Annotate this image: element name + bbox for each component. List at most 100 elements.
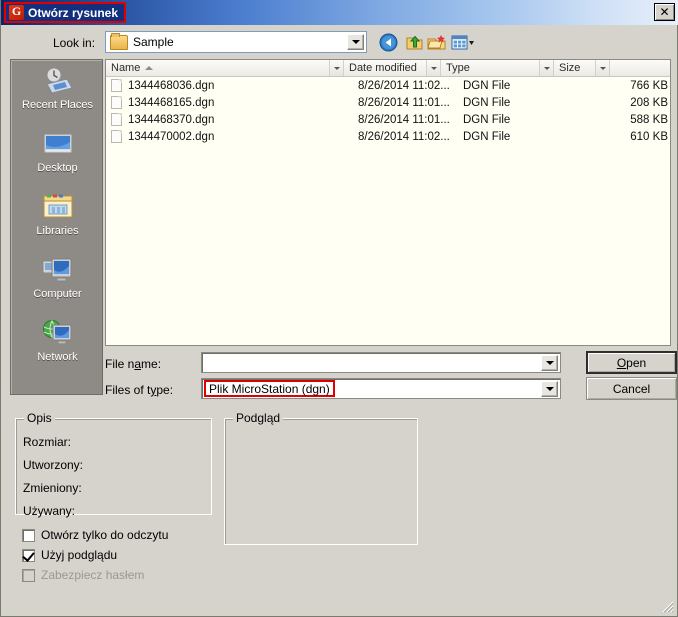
checkbox-use-preview[interactable]: Użyj podglądu	[22, 548, 117, 562]
sidebar-item-recent-places[interactable]: Recent Places	[13, 63, 102, 123]
file-name-input[interactable]	[201, 352, 561, 373]
file-name: 1344468036.dgn	[128, 79, 215, 92]
checkbox-open-read-only[interactable]: Otwórz tylko do odczytu	[22, 528, 168, 542]
sidebar-item-desktop[interactable]: Desktop	[13, 126, 102, 186]
column-label: Type	[446, 62, 470, 74]
open-label-rest: pen	[626, 355, 647, 370]
resize-grip[interactable]	[661, 600, 674, 613]
file-rows: 1344468036.dgn 8/26/2014 11:02... DGN Fi…	[106, 77, 670, 145]
created-label: Utworzony:	[23, 458, 84, 472]
size-label: Rozmiar:	[23, 435, 72, 449]
table-row[interactable]: 1344468165.dgn 8/26/2014 11:01... DGN Fi…	[106, 94, 670, 111]
checkbox-box	[22, 548, 35, 562]
file-list[interactable]: Name Date modified Type Size 1344468036.…	[105, 59, 671, 346]
views-icon[interactable]	[451, 33, 475, 52]
cancel-button[interactable]: Cancel	[586, 377, 677, 400]
files-of-type-value: Plik MicroStation (dgn)	[209, 381, 330, 396]
file-size: 610 KB	[630, 130, 668, 143]
column-filter-type-icon[interactable]	[539, 60, 553, 76]
folder-icon	[110, 32, 128, 50]
preview-group: Podgląd	[224, 411, 418, 545]
checkbox-box	[22, 528, 35, 542]
column-header-type[interactable]: Type	[441, 60, 554, 76]
file-name-chevron-down-icon[interactable]	[541, 355, 558, 371]
back-arrow-icon[interactable]	[379, 33, 399, 52]
recent-places-icon	[41, 66, 75, 98]
look-in-value: Sample	[133, 35, 174, 49]
files-of-type-combo[interactable]: Plik MicroStation (dgn)	[201, 378, 561, 399]
desktop-icon	[41, 129, 75, 161]
title-highlight-box: Otwórz rysunek	[4, 2, 127, 23]
close-glyph: ✕	[659, 5, 670, 19]
new-folder-icon[interactable]	[427, 33, 447, 52]
file-date: 8/26/2014 11:01...	[358, 113, 450, 126]
checkbox-label: Zabezpiecz hasłem	[41, 568, 145, 582]
checkbox-password-protect: Zabezpiecz hasłem	[22, 568, 144, 582]
sidebar-item-label: Recent Places	[22, 99, 93, 111]
file-size: 766 KB	[630, 79, 668, 92]
places-bar: Recent Places Desktop Libraries Computer…	[10, 59, 103, 395]
up-one-level-icon[interactable]	[405, 33, 425, 52]
table-row[interactable]: 1344470002.dgn 8/26/2014 11:02... DGN Fi…	[106, 128, 670, 145]
close-icon[interactable]: ✕	[654, 3, 675, 21]
open-button[interactable]: Open	[586, 351, 677, 374]
sidebar-item-label: Libraries	[36, 225, 79, 237]
column-header-empty	[610, 60, 670, 76]
look-in-combo[interactable]: Sample	[105, 31, 367, 53]
file-icon	[111, 130, 122, 143]
file-date: 8/26/2014 11:02...	[358, 130, 450, 143]
modified-label: Zmieniony:	[23, 481, 82, 495]
gstarcad-g-icon	[9, 4, 24, 20]
file-icon	[111, 79, 122, 92]
file-date: 8/26/2014 11:02...	[358, 79, 450, 92]
column-header-name[interactable]: Name	[106, 60, 344, 76]
column-filter-name-icon[interactable]	[329, 60, 343, 76]
sidebar-item-label: Desktop	[37, 162, 78, 174]
sort-ascending-icon	[145, 66, 154, 70]
column-header-size[interactable]: Size	[554, 60, 610, 76]
file-type: DGN File	[463, 96, 511, 109]
checkbox-box	[22, 568, 35, 582]
table-row[interactable]: 1344468370.dgn 8/26/2014 11:01... DGN Fi…	[106, 111, 670, 128]
look-in-label: Look in:	[53, 36, 96, 50]
sidebar-item-computer[interactable]: Computer	[13, 252, 102, 312]
file-icon	[111, 96, 122, 109]
file-name-label: File name:	[105, 357, 162, 371]
accessed-label: Używany:	[23, 504, 76, 518]
check-icon	[22, 548, 35, 562]
checkbox-label: Użyj podglądu	[41, 548, 118, 562]
window-title: Otwórz rysunek	[28, 5, 119, 20]
sidebar-item-label: Network	[37, 351, 78, 363]
network-icon	[41, 318, 75, 350]
table-row[interactable]: 1344468036.dgn 8/26/2014 11:02... DGN Fi…	[106, 77, 670, 94]
checkbox-label: Otwórz tylko do odczytu	[41, 528, 169, 542]
file-type: DGN File	[463, 113, 511, 126]
column-label: Size	[559, 62, 581, 74]
libraries-icon	[41, 192, 75, 224]
file-size: 588 KB	[630, 113, 668, 126]
files-of-type-label: Files of type:	[105, 383, 174, 397]
file-type: DGN File	[463, 130, 511, 143]
file-type: DGN File	[463, 79, 511, 92]
column-filter-date-icon[interactable]	[426, 60, 440, 76]
file-date: 8/26/2014 11:01...	[358, 96, 450, 109]
description-group-legend: Opis	[24, 411, 55, 425]
sidebar-item-network[interactable]: Network	[13, 315, 102, 375]
file-icon	[111, 113, 122, 126]
column-label: Date modified	[349, 62, 417, 74]
chevron-down-icon[interactable]	[347, 34, 364, 50]
file-name: 1344468165.dgn	[128, 96, 215, 109]
column-label: Name	[111, 62, 141, 74]
files-of-type-highlight-box: Plik MicroStation (dgn)	[204, 380, 335, 397]
file-name: 1344468370.dgn	[128, 113, 215, 126]
column-header-date-modified[interactable]: Date modified	[344, 60, 441, 76]
sidebar-item-label: Computer	[33, 288, 82, 300]
file-size: 208 KB	[630, 96, 668, 109]
file-name: 1344470002.dgn	[128, 130, 215, 143]
column-filter-size-icon[interactable]	[595, 60, 609, 76]
cancel-label: Cancel	[612, 381, 651, 396]
sidebar-item-libraries[interactable]: Libraries	[13, 189, 102, 249]
title-bar: Otwórz rysunek ✕	[1, 0, 678, 25]
open-drawing-dialog: Otwórz rysunek ✕ Look in: Sample	[0, 0, 678, 617]
files-of-type-chevron-down-icon[interactable]	[541, 381, 558, 397]
